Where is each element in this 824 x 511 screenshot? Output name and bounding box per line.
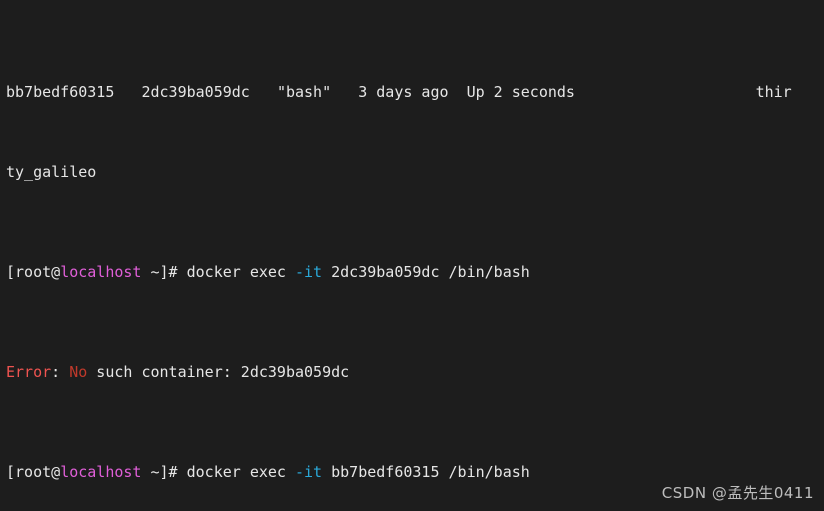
command-text-2a: docker exec: [186, 463, 295, 481]
container-id: bb7bedf60315: [6, 83, 115, 101]
command-text-2b: bb7bedf60315 /bin/bash: [322, 463, 530, 481]
ps-gap-1: [114, 83, 141, 101]
prompt-bracket-open-2: [root@: [6, 463, 61, 481]
command-flag-1: -it: [295, 263, 323, 281]
error-label: Error: [6, 363, 52, 381]
command-text-1b: 2dc39ba059dc /bin/bash: [322, 263, 530, 281]
error-line: Error: No such container: 2dc39ba059dc: [6, 362, 824, 382]
container-command: "bash": [276, 83, 332, 101]
docker-ps-row: bb7bedf60315 2dc39ba059dc "bash" 3 days …: [6, 82, 824, 102]
prompt-hostname: localhost: [60, 263, 142, 281]
container-image-id: 2dc39ba059dc: [141, 83, 250, 101]
prompt-bracket-close: ~]#: [141, 263, 187, 281]
ps-gap-2: [250, 83, 277, 101]
ps-gap-5: [575, 83, 756, 101]
csdn-watermark: CSDN @孟先生0411: [661, 484, 814, 502]
error-no: No: [69, 363, 88, 381]
ps-gap-3: [331, 83, 358, 101]
command-flag-2: -it: [295, 463, 323, 481]
container-status: Up 2 seconds: [466, 83, 575, 101]
prompt-hostname-2: localhost: [60, 463, 142, 481]
prompt-bracket-close-2: ~]#: [141, 463, 187, 481]
terminal-window[interactable]: bb7bedf60315 2dc39ba059dc "bash" 3 days …: [0, 0, 824, 511]
command-line-2: [root@localhost ~]# docker exec -it bb7b…: [6, 462, 824, 482]
docker-ps-row-wrap: ty_galileo: [6, 162, 824, 182]
error-message: such container: 2dc39ba059dc: [87, 363, 350, 381]
container-name-wrap: ty_galileo: [6, 163, 97, 181]
container-created: 3 days ago: [358, 83, 449, 101]
container-name-clipped: thir: [755, 83, 792, 101]
command-line-1: [root@localhost ~]# docker exec -it 2dc3…: [6, 262, 824, 282]
command-text-1a: docker exec: [186, 263, 295, 281]
terminal-screen[interactable]: bb7bedf60315 2dc39ba059dc "bash" 3 days …: [6, 2, 824, 511]
error-colon: :: [51, 363, 70, 381]
ps-gap-4: [449, 83, 467, 101]
prompt-bracket-open: [root@: [6, 263, 61, 281]
